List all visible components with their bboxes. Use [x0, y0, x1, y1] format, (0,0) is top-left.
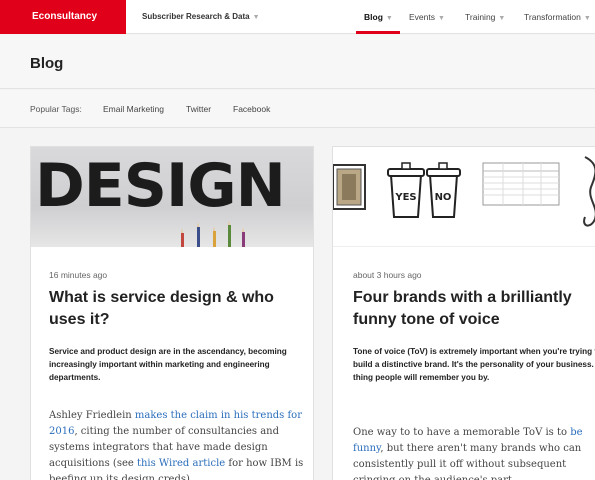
nav-blog[interactable]: Blog ▼	[364, 12, 393, 22]
body-text-1: Ashley Friedlein	[49, 410, 135, 421]
pencil-icon	[213, 226, 216, 247]
body-text-1: One way to to have a memorable ToV is to	[353, 427, 571, 438]
article-body: Ashley Friedlein makes the claim in his …	[49, 408, 307, 480]
body-text-2: , but there aren't many brands who can c…	[353, 443, 582, 480]
tag-facebook[interactable]: Facebook	[233, 104, 270, 114]
chevron-down-icon: ▼	[252, 14, 260, 21]
article-title[interactable]: Four brands with a brilliantly funny ton…	[353, 287, 595, 330]
hero-illustration: YES NO	[333, 156, 595, 227]
tag-email-marketing[interactable]: Email Marketing	[103, 104, 164, 114]
econsultancy-logo[interactable]: Econsultancy	[0, 0, 126, 34]
picture-frame-icon	[333, 164, 366, 210]
page-title: Blog	[30, 55, 64, 72]
pencil-icon	[228, 220, 231, 247]
article-hero-image[interactable]: YES NO	[333, 147, 595, 247]
article-card[interactable]: YES NO about 3 hours ago Four brands wit…	[332, 146, 595, 480]
article-timestamp: about 3 hours ago	[353, 270, 422, 280]
pencil-icon	[197, 222, 200, 247]
no-bin-label: NO	[435, 192, 452, 203]
blog-header: Blog	[0, 35, 595, 89]
chevron-down-icon: ▼	[498, 15, 506, 22]
chevron-down-icon: ▼	[438, 15, 445, 22]
article-body: One way to to have a memorable ToV is to…	[353, 425, 585, 480]
nav-transformation[interactable]: Transformation ▼	[524, 12, 591, 22]
top-nav: Econsultancy Subscriber Research & Data ▼…	[0, 0, 595, 34]
spreadsheet-icon	[482, 162, 560, 206]
article-timestamp: 16 minutes ago	[49, 270, 108, 280]
article-summary: Tone of voice (ToV) is extremely importa…	[353, 347, 595, 383]
pencil-icon	[181, 228, 184, 247]
nav-training-label: Training	[465, 12, 496, 22]
article-card[interactable]: DESIGN 16 minutes ago What is service de…	[30, 146, 314, 480]
nav-events-label: Events	[409, 12, 435, 22]
nav-subscriber-label: Subscriber Research & Data	[142, 12, 250, 21]
decorative-swirl-icon	[583, 156, 595, 227]
nav-events[interactable]: Events ▼	[409, 12, 445, 22]
pencil-icon	[242, 227, 245, 247]
article-title[interactable]: What is service design & who uses it?	[49, 287, 301, 330]
article-summary: Service and product design are in the as…	[49, 347, 287, 383]
chevron-down-icon: ▼	[583, 15, 591, 22]
chevron-down-icon: ▼	[385, 15, 393, 22]
wired-article-link[interactable]: this Wired article	[137, 458, 225, 469]
no-bin-icon: NO	[426, 162, 461, 218]
nav-transformation-label: Transformation	[524, 12, 581, 22]
yes-bin-icon: YES	[387, 162, 425, 218]
nav-subscriber-research[interactable]: Subscriber Research & Data ▼	[142, 12, 260, 21]
article-hero-image[interactable]: DESIGN	[31, 147, 313, 247]
popular-tags-label: Popular Tags:	[30, 104, 82, 114]
yes-bin-label: YES	[394, 192, 416, 203]
nav-blog-label: Blog	[364, 12, 383, 22]
tag-twitter[interactable]: Twitter	[186, 104, 211, 114]
popular-tags-bar: Popular Tags: Email Marketing Twitter Fa…	[0, 90, 595, 128]
nav-training[interactable]: Training ▼	[465, 12, 505, 22]
active-tab-indicator	[356, 31, 400, 34]
hero-design-word: DESIGN	[35, 151, 286, 221]
